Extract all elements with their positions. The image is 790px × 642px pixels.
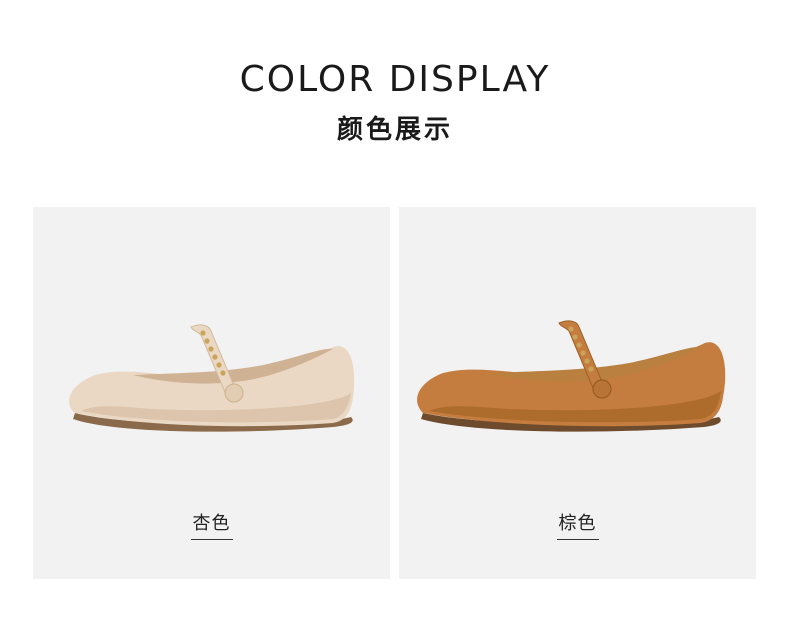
page-title-en: COLOR DISPLAY: [239, 59, 551, 100]
product-card-brown[interactable]: 棕色: [399, 207, 756, 579]
product-label-apricot: 杏色: [190, 512, 233, 540]
product-card-apricot[interactable]: 杏色: [33, 207, 390, 579]
product-label-brown: 棕色: [556, 512, 599, 540]
page-title-cn: 颜色展示: [336, 115, 453, 145]
